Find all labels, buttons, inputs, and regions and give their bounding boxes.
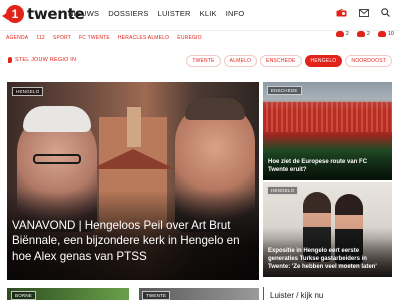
article-tag: BORNE — [11, 291, 37, 300]
luister-kijk-heading[interactable]: Luister / kijk nu — [270, 291, 323, 300]
region-chip-almelo[interactable]: ALMELO — [223, 55, 258, 67]
nav-item-luister[interactable]: LUISTER — [158, 9, 191, 18]
hero-article[interactable]: HENGELO VANAVOND | Hengeloos Peil over A… — [7, 82, 259, 280]
article-title[interactable]: Hoe ziet de Europese route van FC Twente… — [268, 158, 386, 174]
region-selector: STEL JOUW REGIO IN TWENTE ALMELO ENSCHED… — [0, 52, 400, 68]
mail-icon[interactable] — [359, 8, 369, 17]
weather-item: 2 — [356, 31, 370, 37]
weather-item: 10 — [377, 31, 394, 37]
nav-item-nieuws[interactable]: NIEUWS — [68, 9, 99, 18]
location-pin-icon — [8, 57, 12, 63]
page: 1 twente NIEUWS DOSSIERS LUISTER KLIK IN… — [0, 0, 400, 300]
region-chips: TWENTE ALMELO ENSCHEDE HENGELO NOORDOOST — [186, 55, 392, 67]
article-card[interactable]: BORNE — [7, 288, 129, 300]
subnav-sport[interactable]: SPORT — [53, 35, 71, 41]
nav-item-dossiers[interactable]: DOSSIERS — [108, 9, 148, 18]
hero-tag: HENGELO — [12, 87, 44, 96]
cloud-icon — [377, 31, 386, 37]
region-label[interactable]: STEL JOUW REGIO IN — [8, 57, 76, 63]
region-chip-enschede[interactable]: ENSCHEDE — [260, 55, 302, 67]
article-card[interactable]: HENGELO Expositie in Hengelo eert eerste… — [263, 182, 392, 277]
cloud-icon — [335, 31, 344, 37]
hero-title[interactable]: VANAVOND | Hengeloos Peil over Art Brut … — [12, 218, 256, 265]
article-tag: HENGELO — [267, 186, 299, 195]
radio-icon[interactable] — [336, 8, 347, 17]
section-divider — [263, 287, 264, 300]
subnav-heracles-almelo[interactable]: HERACLES ALMELO — [118, 35, 169, 41]
header: 1 twente NIEUWS DOSSIERS LUISTER KLIK IN… — [0, 0, 400, 30]
region-chip-hengelo[interactable]: HENGELO — [304, 55, 343, 67]
subnav-fc-twente[interactable]: FC TWENTE — [79, 35, 110, 41]
subnav-euregio[interactable]: EUREGIO — [177, 35, 201, 41]
weather-strip: 2 2 10 — [335, 31, 394, 37]
article-card[interactable]: ENSCHEDE Hoe ziet de Europese route van … — [263, 82, 392, 180]
logo-mark: 1 — [2, 5, 24, 23]
region-chip-noordoost[interactable]: NOORDOOST — [345, 55, 392, 67]
cloud-icon — [356, 31, 365, 37]
article-card[interactable]: TWENTE — [139, 288, 259, 300]
nav-item-info[interactable]: INFO — [226, 9, 245, 18]
header-icons — [336, 8, 390, 17]
region-chip-twente[interactable]: TWENTE — [186, 55, 221, 67]
article-title[interactable]: Expositie in Hengelo eert eerste generat… — [268, 247, 390, 271]
search-icon[interactable] — [381, 8, 390, 17]
article-tag: TWENTE — [142, 291, 171, 300]
subnav-112[interactable]: 112 — [36, 35, 45, 41]
article-tag: ENSCHEDE — [267, 86, 302, 95]
weather-item: 2 — [335, 31, 349, 37]
main-nav: NIEUWS DOSSIERS LUISTER KLIK INFO — [68, 9, 244, 18]
nav-item-klik[interactable]: KLIK — [200, 9, 217, 18]
subnav-agenda[interactable]: AGENDA — [6, 35, 28, 41]
